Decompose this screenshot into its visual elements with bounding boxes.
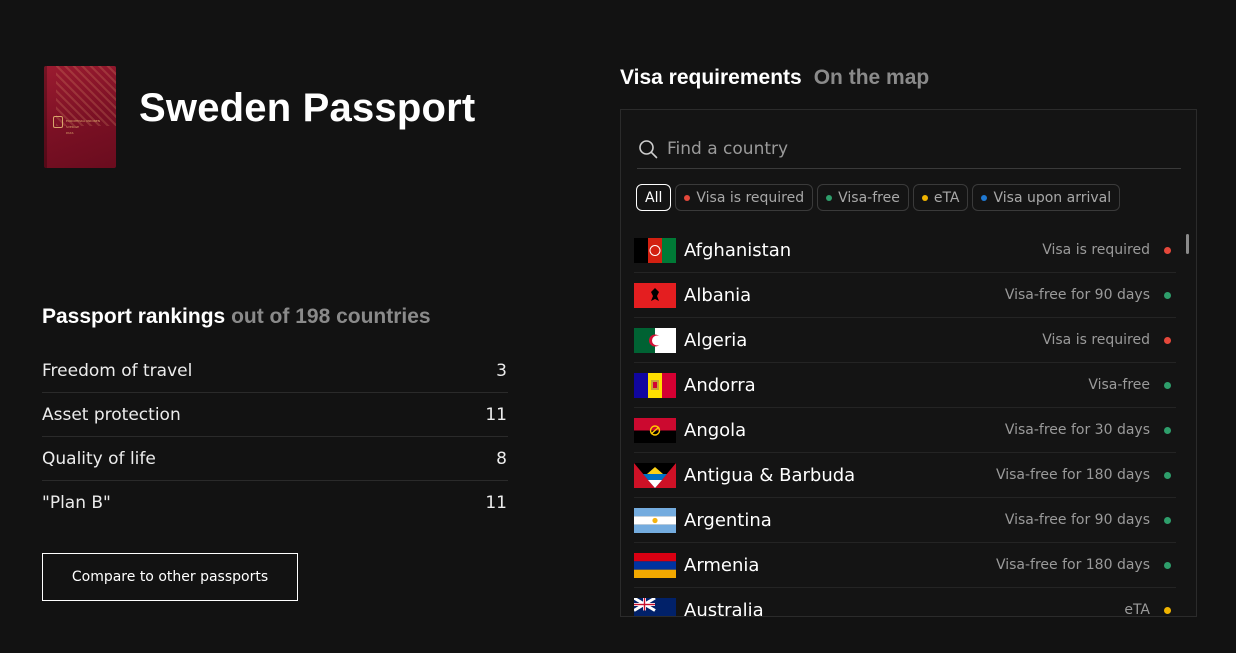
passport-pattern [56, 66, 116, 126]
visa-status: Visa is required [1042, 242, 1150, 258]
page-title: Sweden Passport [139, 86, 476, 130]
ranking-row-freedom: Freedom of travel 3 [42, 349, 508, 393]
compare-passports-button[interactable]: Compare to other passports [42, 553, 298, 601]
country-row-andorra[interactable]: Andorra Visa-free [634, 363, 1176, 408]
visa-status: Visa-free for 90 days [1004, 287, 1150, 303]
visa-tabs: Visa requirements On the map [620, 66, 929, 90]
country-list: Afghanistan Visa is required Albania Vis… [634, 228, 1176, 617]
search-bar [637, 130, 1181, 169]
ranking-label: "Plan B" [42, 493, 111, 513]
ranking-row-asset-protection: Asset protection 11 [42, 393, 508, 437]
angola-flag-icon [634, 417, 676, 443]
filter-label: All [645, 189, 663, 206]
ranking-value: 3 [496, 360, 507, 381]
passport-cover-image: EUROPEISKA UNIONEN SVERIGE PASS [44, 66, 116, 168]
search-icon [639, 140, 658, 159]
red-dot-icon [684, 194, 691, 201]
filter-label: Visa is required [696, 189, 805, 206]
country-row-australia[interactable]: Australia eTA [634, 588, 1176, 617]
filter-all[interactable]: All [636, 184, 672, 211]
passport-crest-icon [53, 116, 63, 128]
visa-status: Visa-free for 30 days [1004, 422, 1150, 438]
andorra-flag-icon [634, 372, 676, 398]
rankings-heading-muted: out of 198 countries [231, 305, 431, 328]
country-row-albania[interactable]: Albania Visa-free for 90 days [634, 273, 1176, 318]
green-dot-icon [1164, 381, 1171, 389]
visa-status: eTA [1124, 602, 1150, 617]
filter-chips: All Visa is required Visa-free eTA Visa … [636, 184, 1121, 211]
green-dot-icon [1164, 426, 1171, 434]
passport-spine [44, 66, 47, 168]
country-row-argentina[interactable]: Argentina Visa-free for 90 days [634, 498, 1176, 543]
country-name: Afghanistan [684, 239, 792, 261]
country-name: Algeria [684, 329, 748, 351]
country-row-afghanistan[interactable]: Afghanistan Visa is required [634, 228, 1176, 273]
visa-status: Visa-free for 90 days [1004, 512, 1150, 528]
ranking-label: Freedom of travel [42, 360, 193, 381]
country-row-armenia[interactable]: Armenia Visa-free for 180 days [634, 543, 1176, 588]
country-name: Argentina [684, 509, 772, 531]
country-row-antigua-barbuda[interactable]: Antigua & Barbuda Visa-free for 180 days [634, 453, 1176, 498]
visa-status: Visa-free [1088, 377, 1150, 393]
country-name: Angola [684, 419, 747, 441]
filter-eta[interactable]: eTA [912, 184, 969, 211]
country-name: Andorra [684, 374, 756, 396]
passport-cover-text: EUROPEISKA UNIONEN SVERIGE PASS [66, 119, 101, 135]
rankings-heading-main: Passport rankings [42, 305, 226, 328]
country-name: Antigua & Barbuda [684, 464, 856, 486]
visa-status: Visa is required [1042, 332, 1150, 348]
tab-on-the-map[interactable]: On the map [814, 66, 930, 90]
filter-visa-upon-arrival[interactable]: Visa upon arrival [972, 184, 1121, 211]
visa-panel: All Visa is required Visa-free eTA Visa … [620, 109, 1197, 617]
filter-visa-free[interactable]: Visa-free [817, 184, 909, 211]
yellow-dot-icon [1164, 606, 1171, 614]
filter-label: Visa upon arrival [993, 189, 1112, 206]
country-name: Australia [684, 599, 764, 617]
antigua-barbuda-flag-icon [634, 462, 676, 488]
visa-status: Visa-free for 180 days [995, 557, 1150, 573]
red-dot-icon [1164, 336, 1171, 344]
argentina-flag-icon [634, 507, 676, 533]
afghanistan-flag-icon [634, 237, 676, 263]
green-dot-icon [1164, 471, 1171, 479]
australia-flag-icon [634, 597, 676, 616]
country-list-scrollbar[interactable] [1186, 234, 1189, 254]
algeria-flag-icon [634, 327, 676, 353]
green-dot-icon [826, 194, 833, 201]
ranking-label: Asset protection [42, 404, 181, 425]
search-input[interactable] [667, 139, 1167, 159]
filter-label: eTA [933, 189, 960, 206]
country-row-algeria[interactable]: Algeria Visa is required [634, 318, 1176, 363]
ranking-row-plan-b: "Plan B" 11 [42, 481, 508, 525]
green-dot-icon [1164, 291, 1171, 299]
tab-visa-requirements[interactable]: Visa requirements [620, 66, 802, 90]
rankings-heading: Passport rankings out of 198 countries [42, 305, 431, 329]
yellow-dot-icon [921, 194, 928, 201]
country-name: Armenia [684, 554, 760, 576]
filter-visa-required[interactable]: Visa is required [675, 184, 814, 211]
ranking-value: 11 [485, 493, 507, 513]
green-dot-icon [1164, 561, 1171, 569]
country-name: Albania [684, 284, 752, 306]
ranking-row-quality-of-life: Quality of life 8 [42, 437, 508, 481]
ranking-label: Quality of life [42, 448, 156, 469]
country-row-angola[interactable]: Angola Visa-free for 30 days [634, 408, 1176, 453]
visa-status: Visa-free for 180 days [995, 467, 1150, 483]
ranking-value: 8 [496, 448, 507, 469]
rankings-list: Freedom of travel 3 Asset protection 11 … [42, 349, 508, 525]
green-dot-icon [1164, 516, 1171, 524]
armenia-flag-icon [634, 552, 676, 578]
blue-dot-icon [981, 194, 988, 201]
albania-flag-icon [634, 282, 676, 308]
red-dot-icon [1164, 246, 1171, 254]
ranking-value: 11 [485, 404, 507, 425]
filter-label: Visa-free [838, 189, 900, 206]
